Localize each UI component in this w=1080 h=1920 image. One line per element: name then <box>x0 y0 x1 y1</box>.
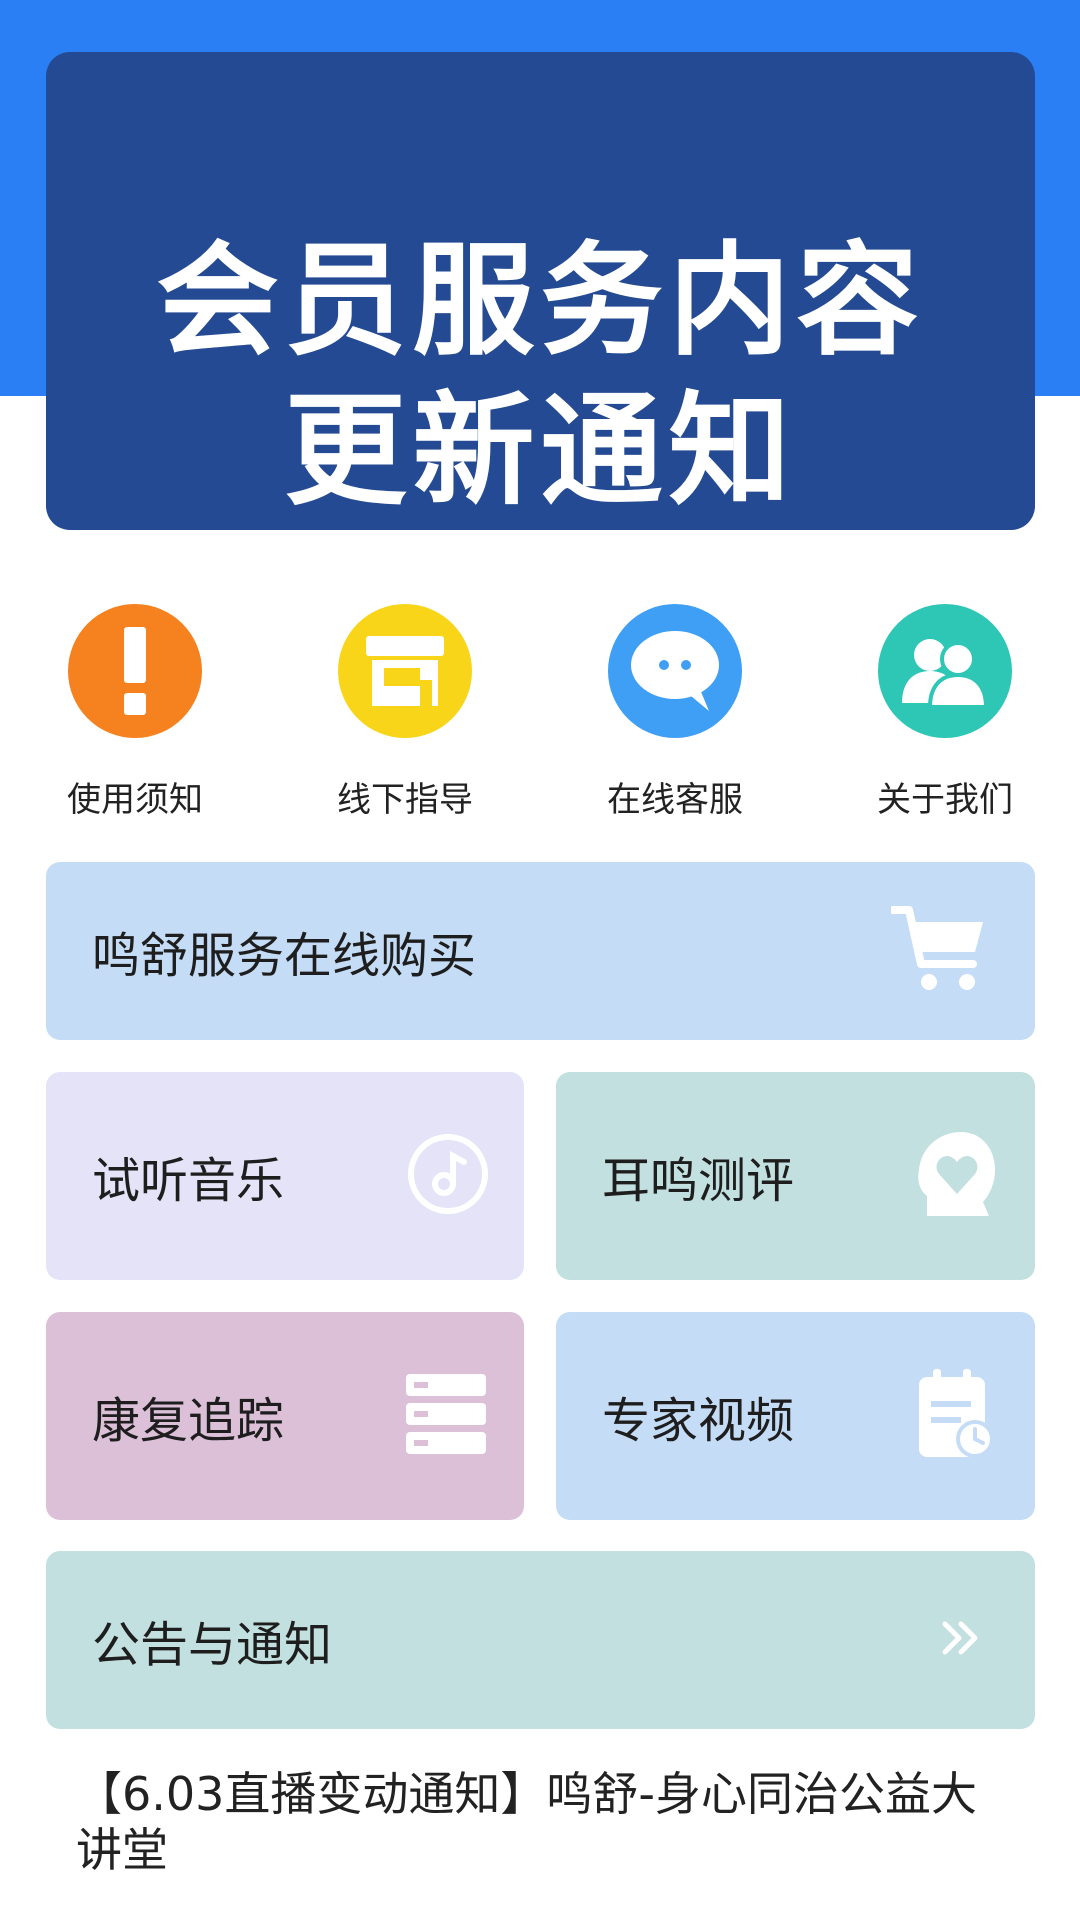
tile-tinnitus-assessment[interactable]: 耳鸣测评 <box>556 1072 1035 1280</box>
double-chevron-right-icon <box>941 1620 979 1660</box>
shopping-cart-icon <box>889 904 987 998</box>
quick-action-usage-notice[interactable]: 使用须知 <box>35 604 235 821</box>
tile-label: 专家视频 <box>602 1393 795 1449</box>
notice-card[interactable]: 公告与通知 <box>46 1551 1035 1729</box>
quick-action-offline-guide[interactable]: 线下指导 <box>305 604 505 821</box>
tile-label: 耳鸣测评 <box>602 1153 795 1209</box>
list-stack-icon <box>406 1374 486 1458</box>
music-icon <box>406 1132 490 1220</box>
promo-banner[interactable]: 会员服务内容 更新通知 <box>46 52 1035 530</box>
news-item-title[interactable]: 【6.03直播变动通知】鸣舒-身心同治公益大讲堂 <box>76 1766 1006 1878</box>
purchase-card-label: 鸣舒服务在线购买 <box>92 928 477 984</box>
quick-action-label: 在线客服 <box>607 780 743 820</box>
exclamation-icon <box>68 604 202 738</box>
calendar-clock-icon <box>919 1369 995 1463</box>
tile-label: 试听音乐 <box>92 1153 285 1209</box>
chat-bubble-icon <box>608 604 742 738</box>
tile-recovery-tracking[interactable]: 康复追踪 <box>46 1312 524 1520</box>
quick-actions: 使用须知 线下指导 在线客服 关于我们 <box>0 604 1080 824</box>
purchase-card[interactable]: 鸣舒服务在线购买 <box>46 862 1035 1040</box>
quick-action-online-service[interactable]: 在线客服 <box>575 604 775 821</box>
quick-action-about-us[interactable]: 关于我们 <box>845 604 1045 821</box>
quick-action-label: 关于我们 <box>877 780 1013 820</box>
banner-title-line2: 更新通知 <box>284 380 797 522</box>
users-icon <box>878 604 1012 738</box>
tile-label: 康复追踪 <box>92 1393 285 1449</box>
quick-action-label: 线下指导 <box>337 780 473 820</box>
notice-card-label: 公告与通知 <box>92 1617 333 1673</box>
quick-action-label: 使用须知 <box>67 780 203 820</box>
tile-trial-music[interactable]: 试听音乐 <box>46 1072 524 1280</box>
tile-expert-video[interactable]: 专家视频 <box>556 1312 1035 1520</box>
head-heart-icon <box>917 1130 997 1222</box>
store-icon <box>338 604 472 738</box>
